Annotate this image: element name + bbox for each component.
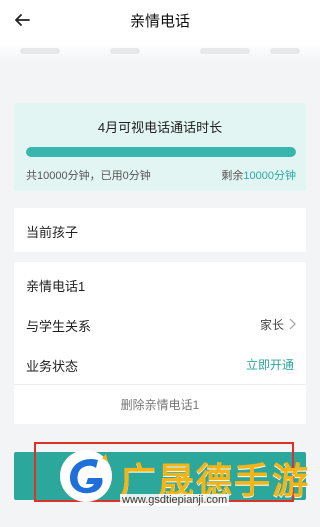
delete-contact-button[interactable]: 删除亲情电话1: [14, 384, 306, 424]
page-title: 亲情电话: [129, 13, 190, 30]
call-duration-title: 4月可视电话通话时长: [97, 120, 223, 135]
usage-progress-fill: [26, 147, 296, 157]
top-bar: 亲情电话: [0, 0, 320, 44]
chevron-right-icon: [289, 318, 296, 330]
service-status-label: 业务状态: [26, 359, 79, 374]
remaining-time: 剩余10000分钟: [221, 167, 296, 183]
watermark-url: www.gsdtiepianji.com: [120, 494, 230, 506]
activate-now-link[interactable]: 立即开通: [246, 356, 294, 373]
contact-name: 亲情电话1: [26, 279, 86, 294]
usage-summary: 共10000分钟，已用0分钟: [26, 170, 151, 182]
remaining-prefix: 剩余: [221, 170, 244, 182]
service-status-row: 业务状态 立即开通: [14, 344, 306, 384]
watermark-logo-icon: [60, 450, 112, 502]
remaining-value: 10000分钟: [243, 170, 296, 182]
contact-name-row: 亲情电话1: [14, 264, 306, 304]
relation-row[interactable]: 与学生关系 家长: [14, 304, 306, 344]
relation-value: 家长: [259, 318, 284, 332]
current-child-row[interactable]: 当前孩子: [14, 210, 306, 250]
usage-progress-bar: [26, 147, 296, 157]
current-child-label: 当前孩子: [26, 225, 79, 240]
current-child-card[interactable]: 当前孩子: [14, 208, 306, 252]
relation-label: 与学生关系: [26, 319, 92, 334]
contact-card: 亲情电话1 与学生关系 家长 业务状态 立即开通 删除亲情电话1: [14, 262, 306, 424]
call-duration-card: 4月可视电话通话时长 共10000分钟，已用0分钟 剩余10000分钟: [14, 103, 306, 191]
scrolled-content-edge: [0, 44, 320, 62]
